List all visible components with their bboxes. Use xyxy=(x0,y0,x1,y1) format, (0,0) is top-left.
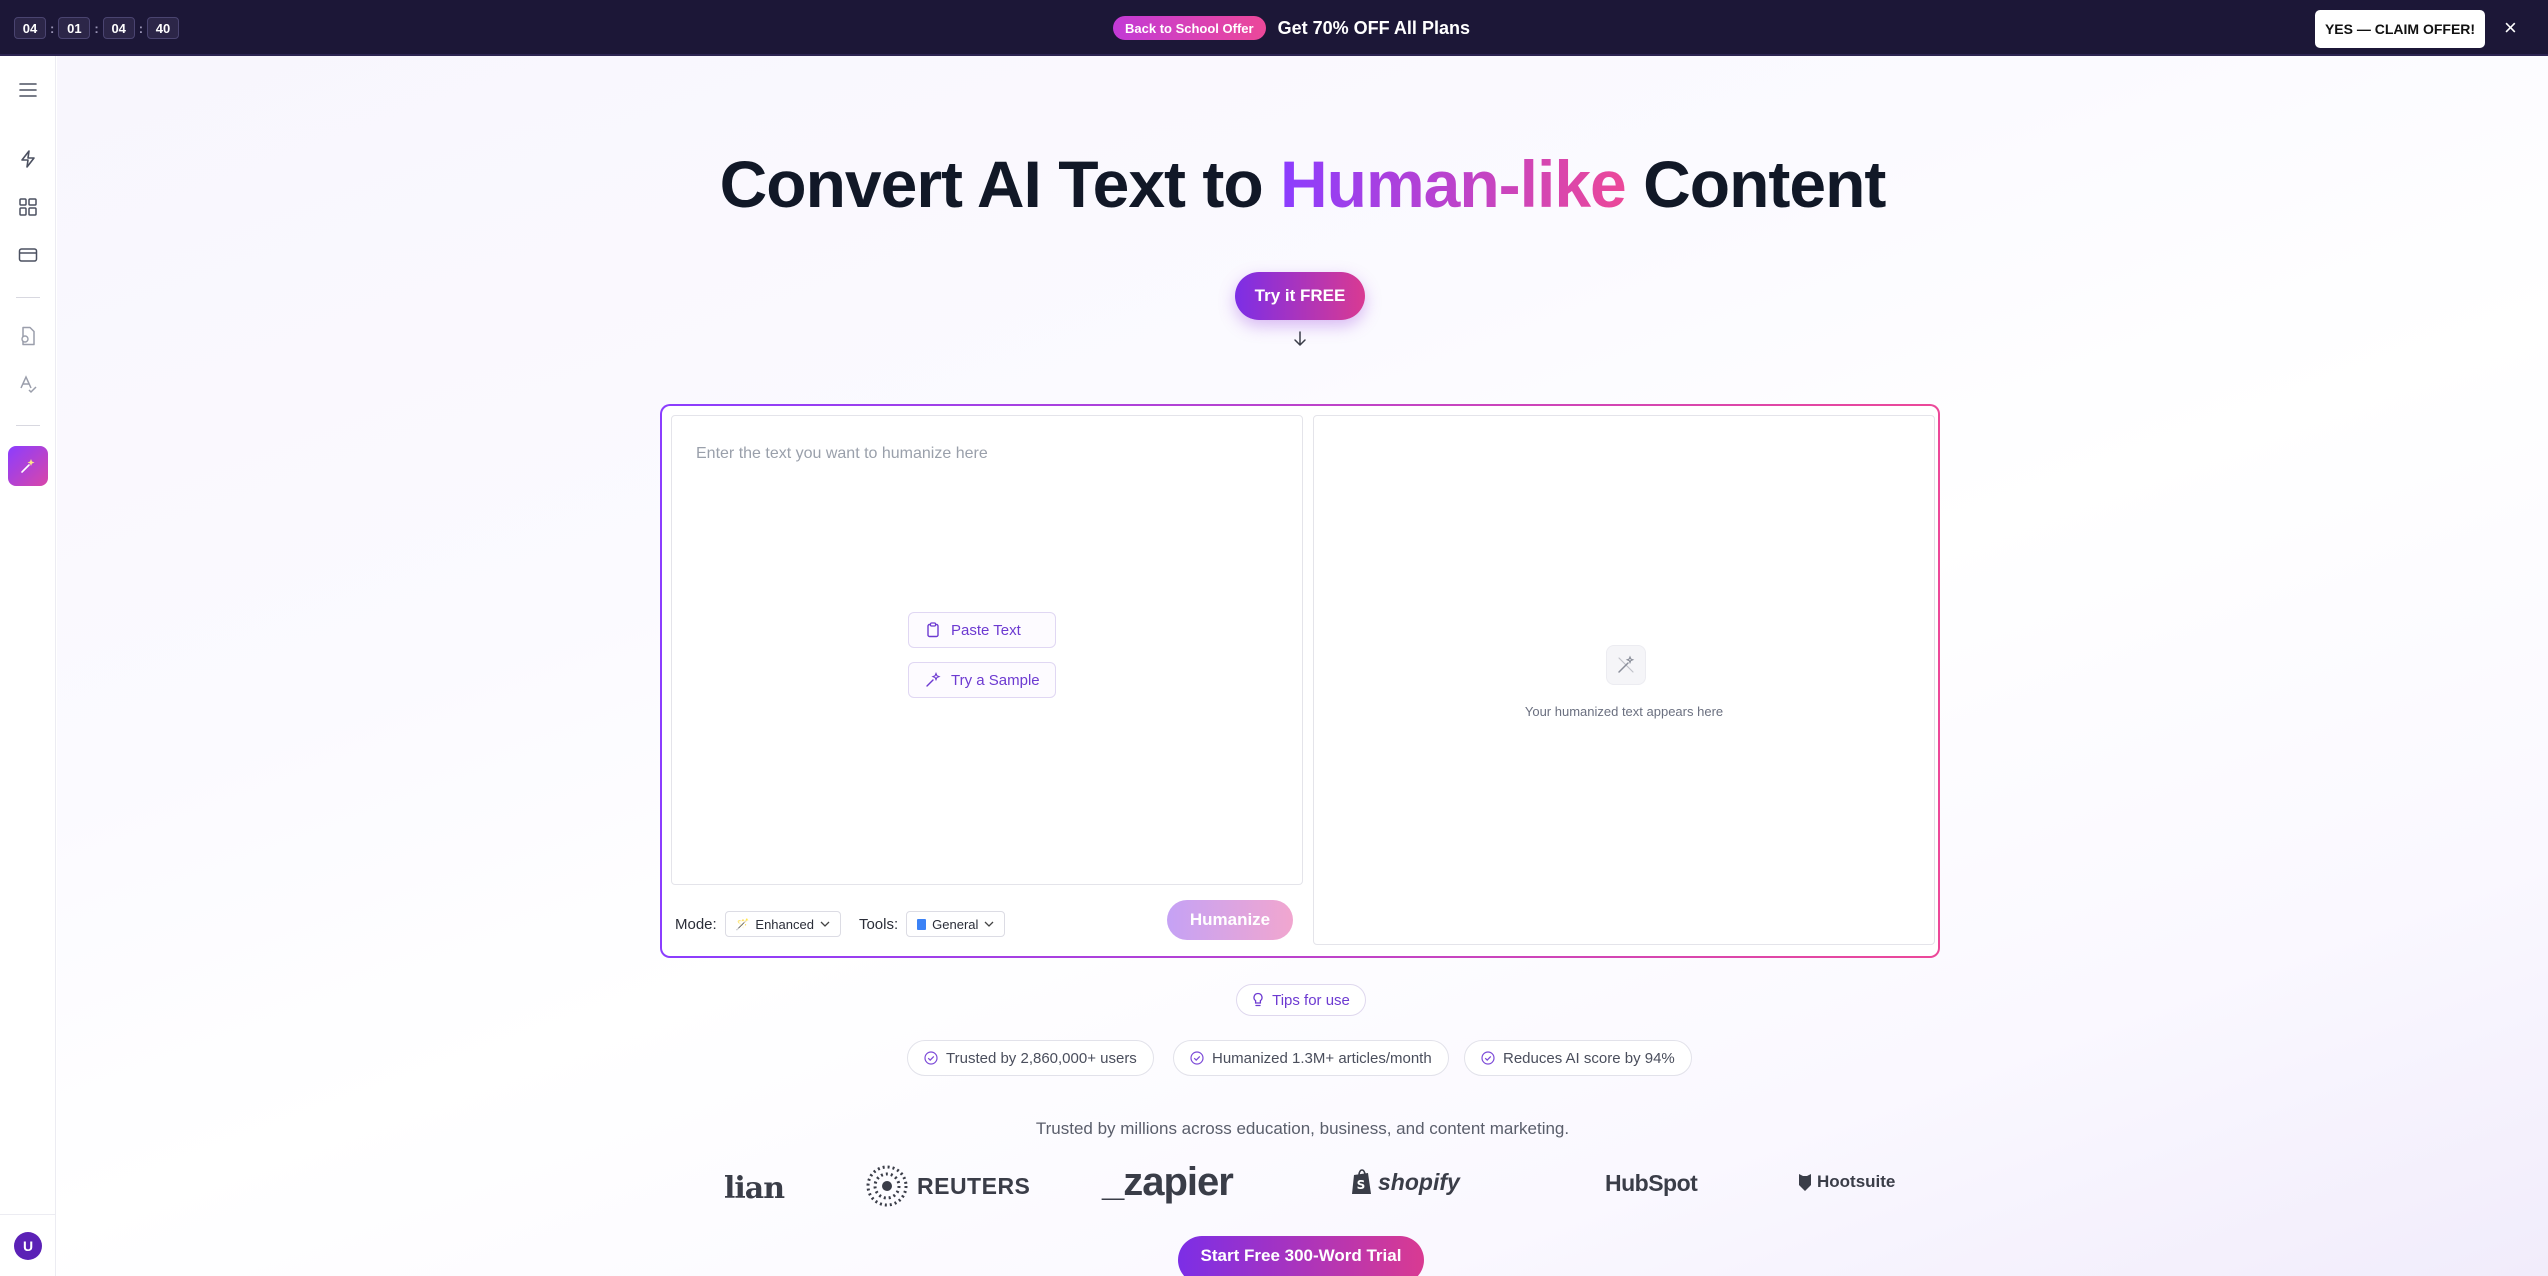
promo-text: Get 70% OFF All Plans xyxy=(1277,17,1470,38)
avatar[interactable]: U xyxy=(14,1232,42,1260)
countdown-timer: 04 : 01 : 04 : 40 xyxy=(14,17,180,39)
paste-text-label: Paste Text xyxy=(951,621,1021,639)
reuters-logo: REUTERS xyxy=(865,1164,1030,1208)
tools-label: Tools: xyxy=(858,915,899,933)
zapier-logo: _zapier xyxy=(1102,1160,1234,1204)
trusted-tagline: Trusted by millions across education, bu… xyxy=(1035,1119,1570,1138)
sidebar-footer-divider xyxy=(0,1214,56,1215)
shopify-logo: S shopify xyxy=(1350,1168,1460,1196)
start-trial-button[interactable]: Start Free 300-Word Trial xyxy=(1178,1236,1424,1276)
hootsuite-logo: Hootsuite xyxy=(1797,1172,1895,1192)
sidebar-divider xyxy=(16,297,40,298)
check-circle-icon xyxy=(1481,1051,1495,1065)
stat-articles: Humanized 1.3M+ articles/month xyxy=(1173,1040,1449,1076)
mode-label: Mode: xyxy=(675,915,717,933)
mode-select[interactable]: 🪄 Enhanced xyxy=(724,911,841,937)
dashboard-icon[interactable] xyxy=(16,195,40,219)
card-icon[interactable] xyxy=(16,243,40,267)
input-textarea[interactable]: Enter the text you want to humanize here… xyxy=(671,415,1303,885)
tips-label: Tips for use xyxy=(1272,991,1350,1009)
title-part-1: Convert AI Text to xyxy=(719,147,1280,221)
arrow-down-icon xyxy=(1294,331,1306,346)
humanize-button[interactable]: Humanize xyxy=(1167,900,1293,940)
page-title: Convert AI Text to Human-like Content xyxy=(57,146,2548,222)
promo-message: Back to School Offer Get 70% OFF All Pla… xyxy=(1113,16,1470,40)
countdown-hours: 01 xyxy=(58,17,91,39)
editor-controls: Mode: 🪄 Enhanced Tools: General xyxy=(675,906,1006,942)
sidebar-divider xyxy=(16,425,40,426)
stat-ai-score-label: Reduces AI score by 94% xyxy=(1503,1049,1675,1067)
countdown-separator: : xyxy=(94,20,99,36)
paste-text-button[interactable]: Paste Text xyxy=(908,612,1056,648)
try-sample-label: Try a Sample xyxy=(951,671,1040,689)
reuters-mark-icon xyxy=(866,1165,908,1207)
hubspot-logo: HubSpot xyxy=(1605,1170,1698,1196)
bolt-icon[interactable] xyxy=(16,147,40,171)
stat-articles-label: Humanized 1.3M+ articles/month xyxy=(1212,1049,1432,1067)
title-highlight: Human-like xyxy=(1280,147,1627,221)
countdown-separator: : xyxy=(138,20,144,36)
editor-body: Enter the text you want to humanize here… xyxy=(662,406,1938,956)
try-sample-button[interactable]: Try a Sample xyxy=(908,662,1056,698)
shopify-bag-icon: S xyxy=(1352,1169,1371,1194)
countdown-minutes: 04 xyxy=(102,17,135,39)
stat-ai-score: Reduces AI score by 94% xyxy=(1464,1040,1692,1076)
guardian-logo: lian xyxy=(724,1171,785,1206)
menu-icon[interactable] xyxy=(16,78,40,102)
tips-button[interactable]: Tips for use xyxy=(1236,984,1366,1016)
countdown-separator: : xyxy=(50,20,55,36)
document-icon[interactable] xyxy=(16,324,40,348)
svg-text:S: S xyxy=(1357,1178,1366,1192)
output-placeholder: Your humanized text appears here xyxy=(1524,704,1724,719)
lightbulb-icon xyxy=(1253,992,1263,1007)
check-circle-icon xyxy=(924,1051,938,1065)
humanizer-nav-item[interactable] xyxy=(8,446,48,486)
close-icon[interactable]: × xyxy=(2504,16,2517,40)
clipboard-icon xyxy=(927,622,939,638)
chevron-down-icon xyxy=(820,921,830,927)
humanizer-editor: Enter the text you want to humanize here… xyxy=(660,404,1940,958)
input-placeholder: Enter the text you want to humanize here xyxy=(696,445,988,462)
sparkle-icon xyxy=(926,672,941,687)
wand-icon: 🪄 xyxy=(735,918,750,931)
promo-badge: Back to School Offer xyxy=(1113,16,1266,40)
tools-select[interactable]: General xyxy=(906,911,1006,937)
stat-users-label: Trusted by 2,860,000+ users xyxy=(946,1049,1137,1067)
tools-value: General xyxy=(932,916,979,932)
title-part-2: Content xyxy=(1625,147,1886,221)
claim-offer-button[interactable]: YES — CLAIM OFFER! xyxy=(2315,10,2485,48)
sparkle-icon xyxy=(21,459,35,473)
stat-users: Trusted by 2,860,000+ users xyxy=(907,1040,1154,1076)
text-check-icon[interactable] xyxy=(16,372,40,396)
owl-icon xyxy=(1799,1174,1811,1191)
main-content: Convert AI Text to Human-like Content Tr… xyxy=(57,56,2548,1276)
output-panel: Your humanized text appears here xyxy=(1313,415,1935,945)
check-circle-icon xyxy=(1190,1051,1204,1065)
chevron-down-icon xyxy=(984,921,994,927)
mode-value: Enhanced xyxy=(755,916,814,932)
book-icon xyxy=(917,918,927,930)
countdown-seconds: 40 xyxy=(147,17,180,39)
promo-banner: 04 : 01 : 04 : 40 Back to School Offer G… xyxy=(0,0,2548,56)
countdown-days: 04 xyxy=(14,17,46,39)
magic-wand-icon xyxy=(1606,645,1646,685)
try-free-button[interactable]: Try it FREE xyxy=(1235,272,1365,320)
sidebar: U xyxy=(0,56,56,1276)
